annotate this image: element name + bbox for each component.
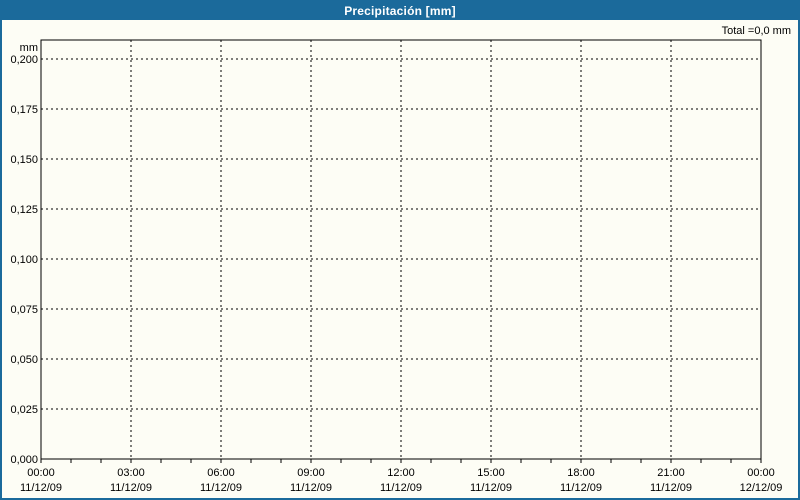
y-tick-label: 0,150 [10, 154, 38, 166]
x-tick-date-label: 11/12/09 [650, 482, 692, 494]
y-tick-label: 0,075 [10, 304, 38, 316]
x-tick-time-label: 00:00 [747, 467, 775, 479]
x-tick-time-label: 03:00 [117, 467, 145, 479]
x-tick-time-label: 00:00 [27, 467, 55, 479]
x-tick-labels: 00:00 11/12/09 03:00 11/12/09 06:00 11/12/09 0… [20, 467, 782, 494]
chart-area: Total =0,0 mm 0,200 0,175 0,150 0,125 0,100 0… [2, 20, 798, 498]
x-tick-time-label: 09:00 [297, 467, 325, 479]
x-tick-date-label: 11/12/09 [560, 482, 602, 494]
x-tick-time-label: 06:00 [207, 467, 235, 479]
y-axis-unit-label: mm [20, 42, 38, 54]
x-tick-date-label: 11/12/09 [110, 482, 152, 494]
x-tick-time-label: 15:00 [477, 467, 505, 479]
x-gridlines [130, 40, 672, 459]
y-tick-label: 0,000 [10, 454, 38, 466]
total-label: Total =0,0 mm [721, 25, 791, 37]
y-tick-labels: 0,200 0,175 0,150 0,125 0,100 0,075 0,050 0,025… [10, 42, 38, 466]
x-tick-date-label: 11/12/09 [200, 482, 242, 494]
x-axis-ticks [40, 459, 762, 463]
x-tick-date-label: 11/12/09 [380, 482, 422, 494]
x-tick-time-label: 12:00 [387, 467, 415, 479]
x-tick-date-label: 11/12/09 [20, 482, 62, 494]
y-tick-label: 0,025 [10, 404, 38, 416]
y-tick-label: 0,100 [10, 254, 38, 266]
x-tick-time-label: 18:00 [567, 467, 595, 479]
y-tick-label: 0,050 [10, 354, 38, 366]
chart-window: Precipitación [mm] Total =0,0 mm 0,200 0,… [0, 0, 800, 500]
y-tick-label: 0,200 [10, 54, 38, 66]
window-title: Precipitación [mm] [2, 2, 798, 20]
x-tick-date-label: 12/12/09 [740, 482, 783, 494]
y-tick-label: 0,175 [10, 104, 38, 116]
x-tick-time-label: 21:00 [657, 467, 685, 479]
x-tick-date-label: 11/12/09 [290, 482, 332, 494]
precipitation-chart: 0,200 0,175 0,150 0,125 0,100 0,075 0,050 0,025… [10, 39, 782, 494]
y-tick-label: 0,125 [10, 204, 38, 216]
x-tick-date-label: 11/12/09 [470, 482, 512, 494]
